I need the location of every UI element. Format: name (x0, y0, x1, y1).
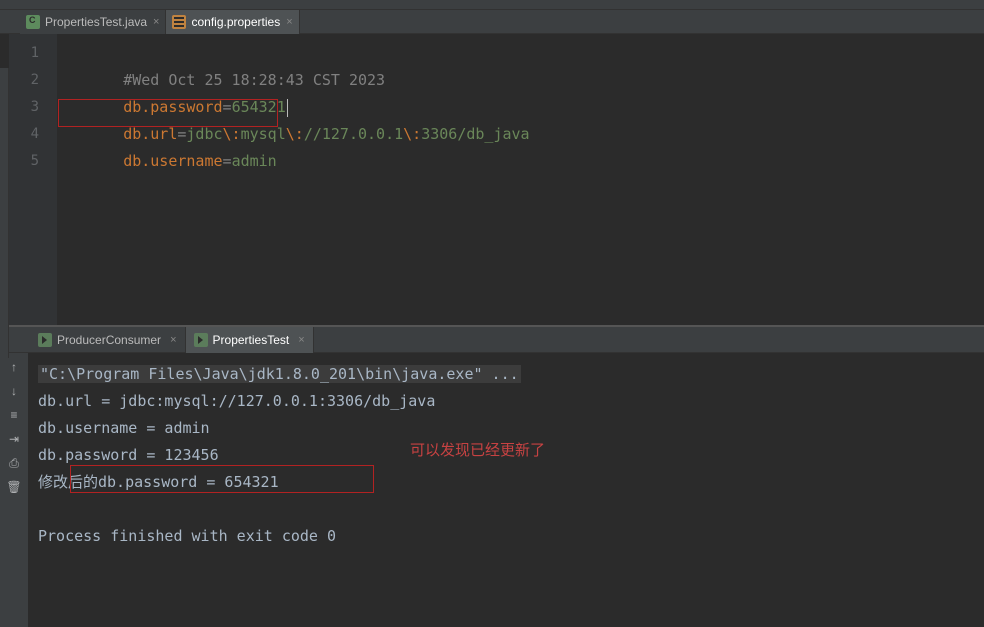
tab-label: ProducerConsumer (57, 333, 161, 347)
console-toolbar: ↑ ↓ ≡ ⇥ ⎙ 🗑 (0, 353, 28, 627)
wrap-icon[interactable]: ≡ (6, 407, 22, 423)
code-line: db.url=jdbc\:mysql\://127.0.0.1\:3306/db… (57, 94, 984, 121)
line-number: 3 (9, 94, 57, 121)
output-line (38, 496, 974, 523)
output-line: db.username = admin (38, 415, 974, 442)
editor-tab-bar: PropertiesTest.java × config.properties … (0, 10, 984, 34)
console-tab-propertiestest[interactable]: PropertiesTest × (186, 327, 314, 353)
properties-file-icon (172, 15, 186, 29)
code-area[interactable]: #Wed Oct 25 18:28:43 CST 2023 db.passwor… (57, 34, 984, 325)
print-icon[interactable]: ⎙ (6, 455, 22, 471)
left-sidebar (0, 68, 9, 358)
output-line: db.url = jdbc:mysql://127.0.0.1:3306/db_… (38, 388, 974, 415)
close-icon[interactable]: × (295, 334, 304, 346)
output-path: "C:\Program Files\Java\jdk1.8.0_201\bin\… (38, 365, 521, 383)
output-line: Process finished with exit code 0 (38, 523, 974, 550)
run-icon (194, 333, 208, 347)
console-tab-bar: ProducerConsumer × PropertiesTest × (0, 327, 984, 353)
line-gutter: 1 2 3 4 5 (9, 34, 57, 325)
tab-label: config.properties (191, 15, 280, 29)
line-number: 2 (9, 67, 57, 94)
console-panel: ProducerConsumer × PropertiesTest × ↑ ↓ … (0, 327, 984, 627)
console-output[interactable]: "C:\Program Files\Java\jdk1.8.0_201\bin\… (28, 353, 984, 627)
code-line: db.username=admin (57, 121, 984, 148)
close-icon[interactable]: × (286, 16, 292, 28)
up-icon[interactable]: ↑ (6, 359, 22, 375)
console-tab-producerconsumer[interactable]: ProducerConsumer × (30, 327, 186, 353)
console-body: ↑ ↓ ≡ ⇥ ⎙ 🗑 "C:\Program Files\Java\jdk1.… (0, 353, 984, 627)
tab-label: PropertiesTest (213, 333, 290, 347)
down-icon[interactable]: ↓ (6, 383, 22, 399)
line-number: 1 (9, 40, 57, 67)
tab-config-properties[interactable]: config.properties × (166, 10, 299, 34)
close-icon[interactable]: × (167, 334, 176, 346)
line-number: 4 (9, 121, 57, 148)
output-line: 修改后的db.password = 654321 (38, 469, 974, 496)
scroll-icon[interactable]: ⇥ (6, 431, 22, 447)
top-toolbar (0, 0, 984, 10)
tab-label: PropertiesTest.java (45, 15, 147, 29)
code-line (57, 148, 984, 175)
close-icon[interactable]: × (153, 16, 159, 28)
java-class-icon (26, 15, 40, 29)
run-icon (38, 333, 52, 347)
annotation-text: 可以发现已经更新了 (410, 439, 545, 460)
code-line: #Wed Oct 25 18:28:43 CST 2023 (57, 40, 984, 67)
trash-icon[interactable]: 🗑 (6, 479, 22, 495)
line-number: 5 (9, 148, 57, 175)
code-line: db.password=654321 (57, 67, 984, 94)
output-line: "C:\Program Files\Java\jdk1.8.0_201\bin\… (38, 361, 974, 388)
tab-propertiestest-java[interactable]: PropertiesTest.java × (20, 10, 166, 34)
editor-area[interactable]: 1 2 3 4 5 #Wed Oct 25 18:28:43 CST 2023 … (0, 34, 984, 325)
